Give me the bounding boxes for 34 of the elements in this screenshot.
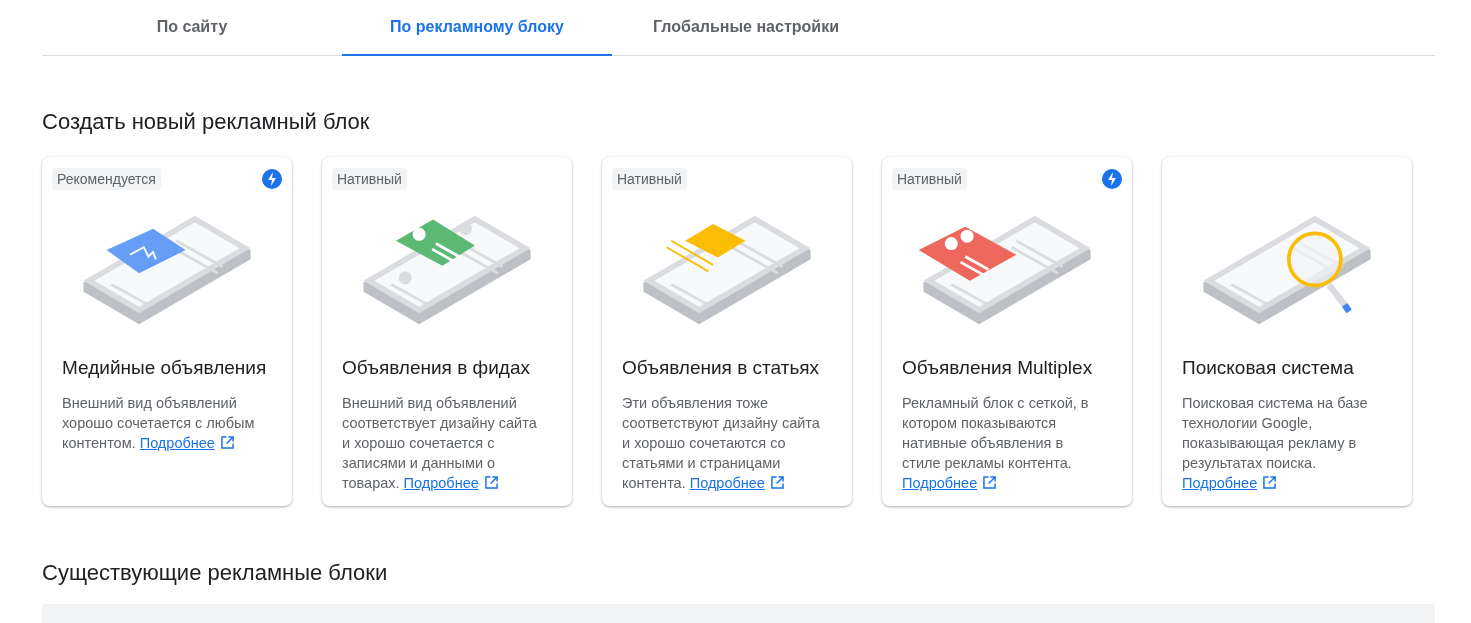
card-title: Объявления в статьях bbox=[622, 357, 821, 379]
external-link-icon bbox=[983, 476, 997, 489]
learn-more-link[interactable]: Подробнее bbox=[902, 475, 997, 491]
ad-unit-card[interactable]: Нативный Объявления в фидах Внешний вид объявлений соответствует дизайну сайта и хорошо сочетается с записями и данными о товарах. Подробнее bbox=[322, 157, 572, 506]
learn-more-link[interactable]: Подробнее bbox=[1182, 475, 1277, 491]
card-title: Медийные объявления bbox=[62, 357, 268, 379]
learn-more-link[interactable]: Подробнее bbox=[689, 475, 784, 491]
tab[interactable]: По рекламному блоку bbox=[342, 0, 612, 56]
external-link-icon bbox=[220, 436, 234, 449]
card-description: Внешний вид объявлений соответствует дизайну сайта и хорошо сочетается с записями и данными о товарах. Подробнее bbox=[342, 394, 538, 493]
card-description: Эти объявления тоже соответствуют дизайну сайта и хорошо сочетаются со статьями и страницами контента. Подробнее bbox=[622, 394, 821, 493]
tab[interactable]: По сайту bbox=[42, 0, 342, 56]
card-description: Рекламный блок с сеткой, в котором показываются нативные объявления в стиле рекламы контента. Подробнее bbox=[902, 394, 1090, 493]
tag: Нативный bbox=[892, 168, 967, 190]
tag: Рекомендуется bbox=[52, 168, 161, 190]
card-title: Объявления в фидах bbox=[342, 357, 531, 379]
card-title: Объявления Multiplex bbox=[902, 357, 1094, 379]
section-heading: Существующие рекламные блоки bbox=[42, 560, 389, 586]
external-link-icon bbox=[770, 476, 784, 489]
card-title: Поисковая система bbox=[1182, 357, 1355, 379]
external-link-icon bbox=[484, 476, 498, 489]
tag: Нативный bbox=[332, 168, 407, 190]
tag: Нативный bbox=[612, 168, 687, 190]
ad-unit-card[interactable]: Рекомендуется Медийные объявления Внешний вид объявлений хорошо сочетается с любым контентом. Подробнее bbox=[42, 157, 292, 506]
section-heading: Создать новый рекламный блок bbox=[42, 109, 371, 135]
ad-unit-card[interactable]: Нативный Объявления Multiplex Рекламный блок с сеткой, в котором показываются нативные объявления в стиле рекламы контента. Подробнее bbox=[882, 157, 1132, 506]
ad-unit-card[interactable]: Поисковая система Поисковая система на базе технологии Google, показывающая рекламу в результатах поиска. Подробнее bbox=[1162, 157, 1412, 506]
card-description: Внешний вид объявлений хорошо сочетается с любым контентом. Подробнее bbox=[62, 394, 256, 453]
learn-more-link[interactable]: Подробнее bbox=[403, 475, 498, 491]
tab[interactable]: Глобальные настройки bbox=[612, 0, 880, 56]
learn-more-link[interactable]: Подробнее bbox=[139, 435, 234, 451]
card-description: Поисковая система на базе технологии Google, показывающая рекламу в результатах поиска. Подробнее bbox=[1182, 394, 1369, 493]
ad-unit-card[interactable]: Нативный Объявления в статьях Эти объявления тоже соответствуют дизайну сайта и хорошо сочетаются со статьями и страницами контента. Подробнее bbox=[602, 157, 852, 506]
external-link-icon bbox=[1263, 476, 1277, 489]
